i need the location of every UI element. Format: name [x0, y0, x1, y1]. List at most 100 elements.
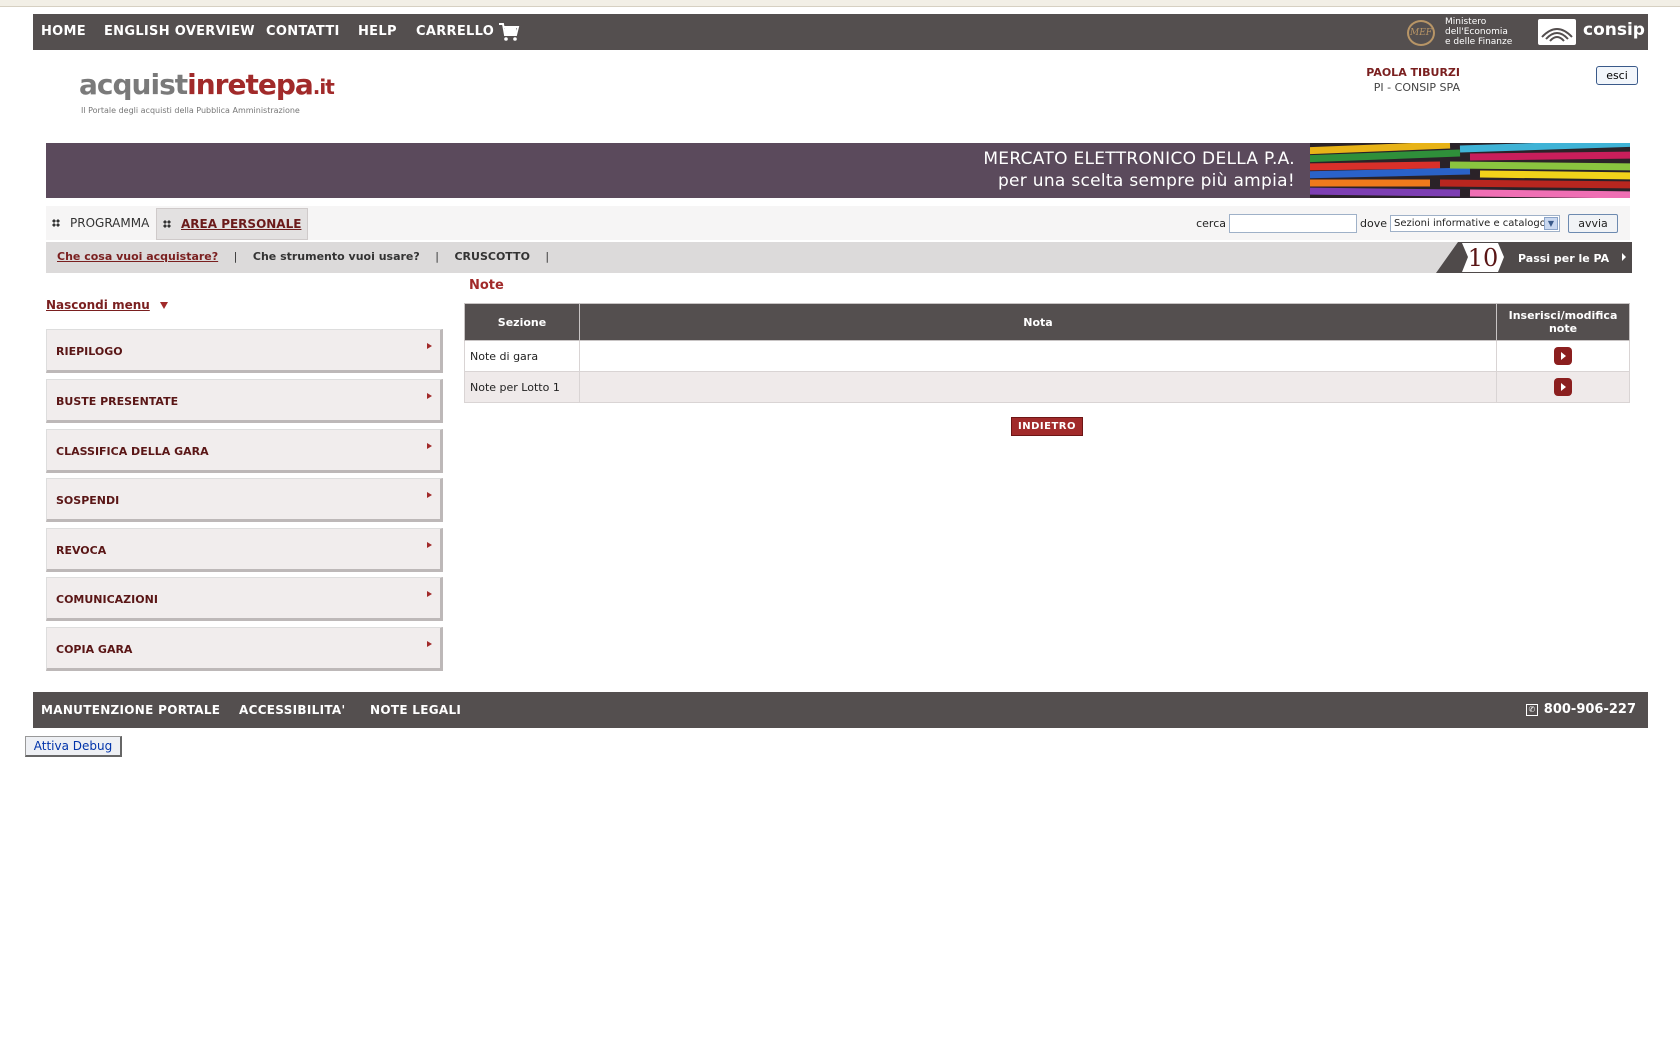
cell-action	[1496, 371, 1630, 403]
footer-manutenzione[interactable]: MANUTENZIONE PORTALE	[41, 703, 220, 717]
footer-note-legali[interactable]: NOTE LEGALI	[370, 703, 461, 717]
subnav-cruscotto[interactable]: CRUSCOTTO	[454, 250, 529, 263]
arrow-right-icon	[427, 343, 432, 349]
arrow-right-icon	[427, 641, 432, 647]
sidebar-item-label: COPIA GARA	[56, 643, 133, 656]
grid-dots-icon	[52, 219, 60, 227]
tab-programma[interactable]: PROGRAMMA	[46, 208, 157, 238]
chevron-down-icon[interactable]: ▼	[1544, 217, 1558, 230]
search-button[interactable]: avvia	[1568, 214, 1618, 233]
subnav-separator: |	[233, 250, 238, 263]
banner-line-1: MERCATO ELETTRONICO DELLA P.A.	[983, 149, 1295, 169]
consip-logo[interactable]: consip	[1538, 16, 1645, 46]
logo-part-inrete: inrete	[187, 68, 277, 101]
nav-home[interactable]: HOME	[41, 24, 86, 39]
nav-carrello[interactable]: CARRELLO	[416, 24, 494, 39]
sidebar-item-revoca[interactable]: REVOCA	[46, 528, 443, 572]
sidebar-item-label: COMUNICAZIONI	[56, 593, 158, 606]
cell-action	[1496, 340, 1630, 372]
search-bar: cerca dove Sezioni informative e catalog…	[1196, 214, 1618, 233]
sidebar-item-sospendi[interactable]: SOSPENDI	[46, 478, 443, 522]
logout-button[interactable]: esci	[1596, 66, 1638, 85]
subnav-separator: |	[545, 250, 550, 263]
sidebar-item-buste-presentate[interactable]: BUSTE PRESENTATE	[46, 379, 443, 423]
mef-logo[interactable]: MEF Ministero dell'Economia e delle Fina…	[1407, 17, 1517, 47]
sidebar-item-comunicazioni[interactable]: COMUNICAZIONI	[46, 577, 443, 621]
footer-bar: MANUTENZIONE PORTALE ACCESSIBILITA' NOTE…	[33, 692, 1648, 728]
passi-pa-button[interactable]: 10 Passi per le PA	[1436, 242, 1632, 273]
footer-accessibilita[interactable]: ACCESSIBILITA'	[239, 703, 345, 717]
edit-note-button[interactable]	[1554, 347, 1572, 365]
arrow-right-icon	[427, 591, 432, 597]
logo-part-acquist: acquist	[79, 68, 188, 101]
nav-help[interactable]: HELP	[358, 24, 397, 39]
grid-dots-icon	[163, 220, 171, 228]
tab-area-personale[interactable]: AREA PERSONALE	[156, 208, 309, 240]
sub-nav: Che cosa vuoi acquistare? | Che strument…	[46, 242, 1632, 273]
user-org: PI - CONSIP SPA	[1373, 81, 1460, 94]
logo-part-it: .it	[312, 75, 335, 99]
arrow-right-icon	[427, 542, 432, 548]
sidebar-item-riepilogo[interactable]: RIEPILOGO	[46, 329, 443, 373]
column-header-sezione: Sezione	[464, 303, 580, 341]
nav-english-overview[interactable]: ENGLISH OVERVIEW	[104, 24, 255, 39]
search-scope-value: Sezioni informative e catalogo	[1394, 218, 1546, 229]
cell-sezione: Note per Lotto 1	[464, 371, 580, 403]
hide-menu-toggle[interactable]: Nascondi menu	[46, 298, 168, 312]
browser-top-edge	[0, 0, 1680, 7]
notes-table: Sezione Nota Inserisci/modifica note Not…	[464, 303, 1630, 403]
sidebar-item-label: REVOCA	[56, 544, 107, 557]
sidebar-item-label: BUSTE PRESENTATE	[56, 395, 179, 408]
top-nav: HOME ENGLISH OVERVIEW CONTATTI HELP CARR…	[33, 14, 1648, 50]
sidebar-item-label: RIEPILOGO	[56, 345, 123, 358]
user-name: PAOLA TIBURZI	[1366, 66, 1460, 79]
tab-programma-label: PROGRAMMA	[70, 216, 150, 230]
arrow-right-icon	[427, 393, 432, 399]
pencils-image	[1310, 143, 1630, 198]
phone-contact: ✆ 800-906-227	[1525, 702, 1636, 717]
arrow-right-icon	[427, 443, 432, 449]
mef-text: Ministero dell'Economia e delle Finanze	[1445, 17, 1513, 47]
triangle-down-icon	[159, 302, 168, 309]
portal-logo[interactable]: acquistinretepa.it Il Portale degli acqu…	[79, 68, 335, 115]
mef-circle-icon: MEF	[1407, 20, 1435, 46]
subnav-cosa-acquistare[interactable]: Che cosa vuoi acquistare?	[57, 250, 218, 263]
debug-button[interactable]: Attiva Debug	[25, 736, 122, 757]
search-input[interactable]	[1229, 214, 1357, 233]
sidebar-item-label: CLASSIFICA DELLA GARA	[56, 445, 209, 458]
banner-line-2: per una scelta sempre più ampia!	[997, 171, 1295, 191]
sidebar-item-label: SOSPENDI	[56, 494, 120, 507]
column-header-inserisci: Inserisci/modifica note	[1496, 303, 1630, 341]
passi-number: 10	[1468, 244, 1499, 272]
logo-subtitle: Il Portale degli acquisti della Pubblica…	[81, 106, 300, 115]
back-button[interactable]: INDIETRO	[1011, 417, 1083, 436]
table-row: Note per Lotto 1	[464, 371, 1630, 403]
page-title: Note	[469, 278, 504, 293]
sidebar-item-classifica[interactable]: CLASSIFICA DELLA GARA	[46, 429, 443, 473]
column-header-nota: Nota	[579, 303, 1497, 341]
tab-area-personale-label: AREA PERSONALE	[181, 217, 302, 231]
sidebar-item-copia-gara[interactable]: COPIA GARA	[46, 627, 443, 671]
cell-sezione: Note di gara	[464, 340, 580, 372]
cell-nota	[579, 340, 1497, 372]
phone-number: 800-906-227	[1543, 702, 1636, 717]
nav-contatti[interactable]: CONTATTI	[266, 24, 340, 39]
cart-icon[interactable]	[498, 21, 520, 43]
mepa-banner[interactable]: MERCATO ELETTRONICO DELLA P.A. per una s…	[46, 143, 1630, 198]
consip-swirl-icon	[1538, 19, 1576, 45]
arrow-right-icon	[427, 492, 432, 498]
subnav-strumento[interactable]: Che strumento vuoi usare?	[253, 250, 420, 263]
phone-icon: ✆	[1525, 703, 1538, 716]
search-label: cerca	[1196, 217, 1226, 230]
subnav-separator: |	[435, 250, 439, 263]
passi-label: Passi per le PA	[1518, 252, 1610, 265]
where-label: dove	[1360, 217, 1387, 230]
hide-menu-label: Nascondi menu	[46, 298, 150, 312]
logo-part-pa: pa	[275, 68, 314, 101]
cell-nota	[579, 371, 1497, 403]
main-tabs: PROGRAMMA AREA PERSONALE cerca dove Sezi…	[46, 206, 1630, 240]
consip-name: consip	[1583, 20, 1645, 40]
search-scope-select[interactable]: Sezioni informative e catalogo ▼	[1390, 215, 1560, 232]
user-info: PAOLA TIBURZI PI - CONSIP SPA	[1366, 66, 1460, 94]
edit-note-button[interactable]	[1554, 378, 1572, 396]
